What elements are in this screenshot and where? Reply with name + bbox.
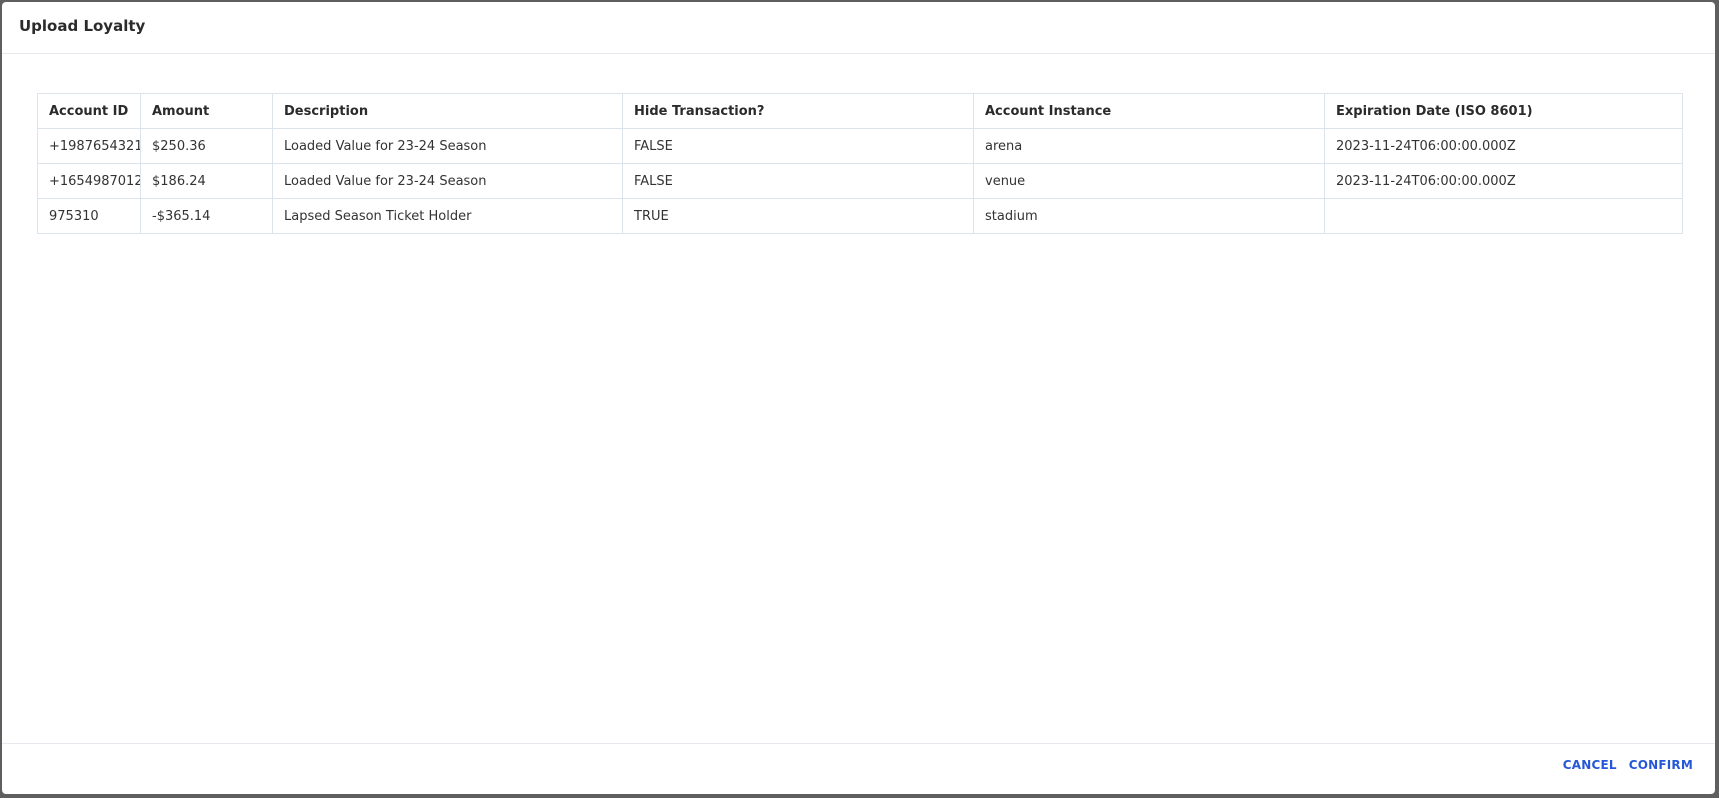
confirm-button[interactable]: CONFIRM — [1629, 758, 1693, 772]
cell-hide-transaction: TRUE — [622, 198, 974, 234]
cell-expiration-date: 2023-11-24T06:00:00.000Z — [1324, 128, 1683, 164]
cell-account-id: +16549870123 — [37, 163, 141, 199]
cell-amount: -$365.14 — [140, 198, 273, 234]
table-row: 975310 -$365.14 Lapsed Season Ticket Hol… — [37, 198, 1683, 234]
cell-description: Lapsed Season Ticket Holder — [272, 198, 623, 234]
column-header-description: Description — [272, 93, 623, 129]
table-header-row: Account ID Amount Description Hide Trans… — [37, 93, 1683, 129]
cell-account-instance: stadium — [973, 198, 1325, 234]
column-header-amount: Amount — [140, 93, 273, 129]
cancel-button[interactable]: CANCEL — [1563, 758, 1617, 772]
table-row: +16549870123 $186.24 Loaded Value for 23… — [37, 163, 1683, 199]
column-header-account-instance: Account Instance — [973, 93, 1325, 129]
cell-description: Loaded Value for 23-24 Season — [272, 128, 623, 164]
loyalty-preview-table: Account ID Amount Description Hide Trans… — [37, 93, 1683, 234]
cell-expiration-date: 2023-11-24T06:00:00.000Z — [1324, 163, 1683, 199]
cell-account-id: +19876543210 — [37, 128, 141, 164]
upload-loyalty-dialog: Upload Loyalty Account ID Amount Descrip… — [2, 2, 1715, 794]
cell-description: Loaded Value for 23-24 Season — [272, 163, 623, 199]
cell-hide-transaction: FALSE — [622, 128, 974, 164]
column-header-account-id: Account ID — [37, 93, 141, 129]
table-row: +19876543210 $250.36 Loaded Value for 23… — [37, 128, 1683, 164]
cell-hide-transaction: FALSE — [622, 163, 974, 199]
cell-amount: $250.36 — [140, 128, 273, 164]
dialog-actions: CANCEL CONFIRM — [1563, 758, 1693, 772]
dialog-title: Upload Loyalty — [19, 17, 146, 35]
cell-account-instance: arena — [973, 128, 1325, 164]
column-header-expiration-date: Expiration Date (ISO 8601) — [1324, 93, 1683, 129]
dialog-footer: CANCEL CONFIRM — [2, 743, 1715, 794]
column-header-hide-transaction: Hide Transaction? — [622, 93, 974, 129]
dialog-header: Upload Loyalty — [2, 2, 1715, 54]
dialog-body: Account ID Amount Description Hide Trans… — [2, 54, 1715, 744]
cell-account-instance: venue — [973, 163, 1325, 199]
cell-amount: $186.24 — [140, 163, 273, 199]
cell-expiration-date — [1324, 198, 1683, 234]
cell-account-id: 975310 — [37, 198, 141, 234]
